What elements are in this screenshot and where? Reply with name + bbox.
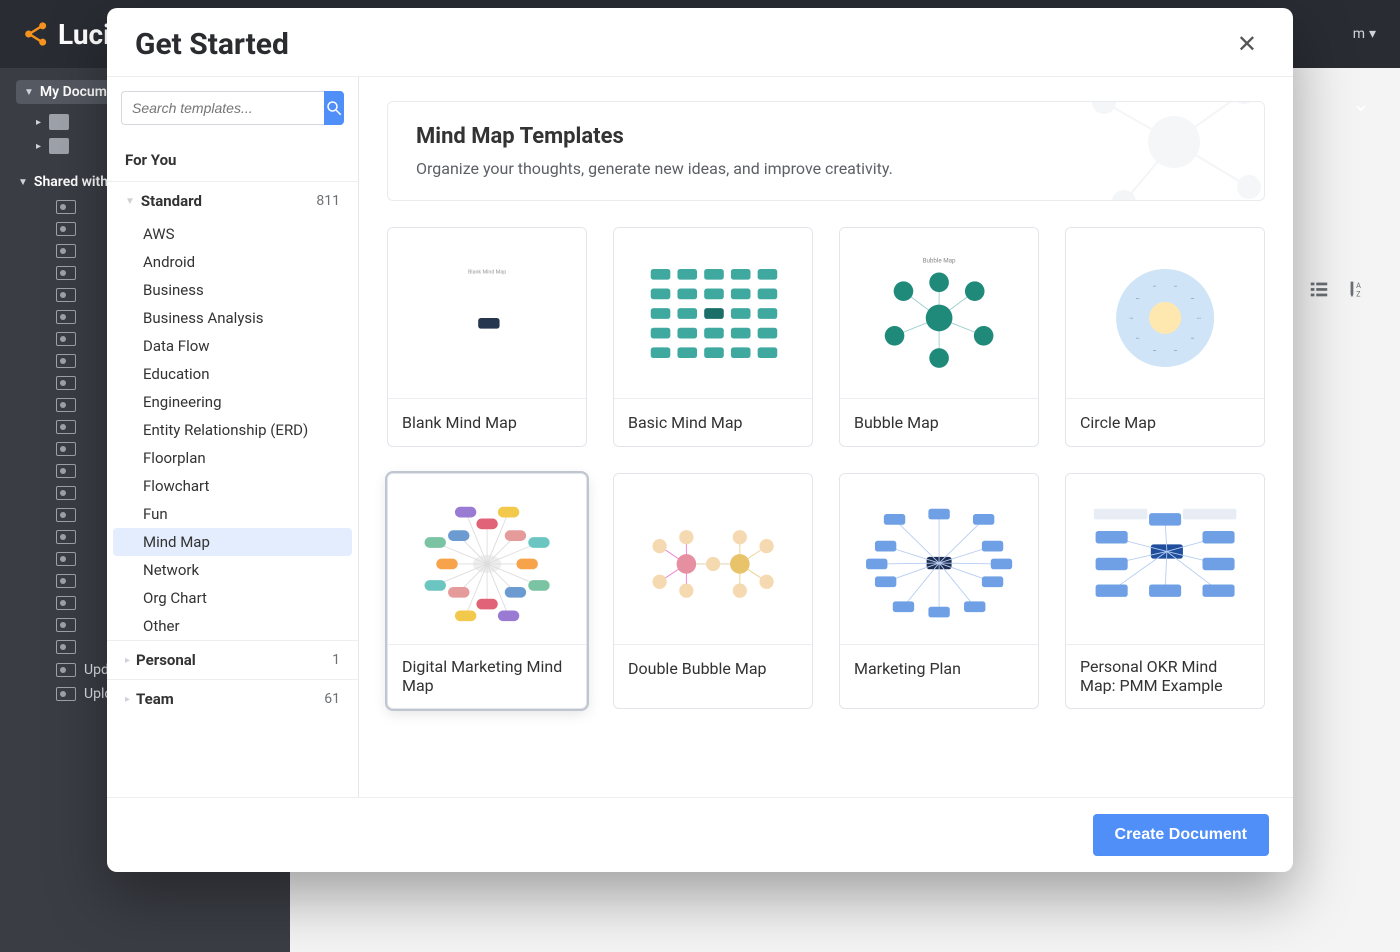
- template-label: Double Bubble Map: [614, 644, 812, 692]
- search-input[interactable]: [121, 91, 324, 125]
- for-you-heading[interactable]: For You: [107, 135, 358, 181]
- template-thumbnail: [1066, 474, 1264, 644]
- template-card[interactable]: Bubble Map Bubble Map: [839, 227, 1039, 447]
- caret-right-icon: ▸: [125, 694, 130, 705]
- section-label: Team: [136, 690, 174, 708]
- svg-text:•••: •••: [1153, 284, 1157, 288]
- template-card[interactable]: Personal OKR Mind Map: PMM Example: [1065, 473, 1265, 709]
- template-label: Circle Map: [1066, 398, 1264, 446]
- category-item[interactable]: Other: [113, 612, 352, 640]
- template-thumbnail: Bubble Map: [840, 228, 1038, 398]
- search-icon: [325, 99, 343, 117]
- hero-decoration-icon: [1064, 101, 1265, 201]
- category-hero: Mind Map Templates Organize your thought…: [387, 101, 1265, 201]
- dialog-title: Get Started: [135, 27, 289, 62]
- svg-text:•••: •••: [1136, 296, 1140, 300]
- section-label: Personal: [136, 651, 196, 669]
- category-item[interactable]: Business Analysis: [113, 304, 352, 332]
- search-button[interactable]: [324, 91, 344, 125]
- svg-text:•••: •••: [1153, 348, 1157, 352]
- svg-text:•••: •••: [1136, 336, 1140, 340]
- template-label: Marketing Plan: [840, 644, 1038, 692]
- category-item[interactable]: Fun: [113, 500, 352, 528]
- category-item[interactable]: Business: [113, 276, 352, 304]
- create-document-button[interactable]: Create Document: [1093, 814, 1269, 856]
- template-thumbnail: [614, 228, 812, 398]
- category-item[interactable]: Org Chart: [113, 584, 352, 612]
- category-item[interactable]: AWS: [113, 220, 352, 248]
- template-thumbnail: [388, 474, 586, 644]
- svg-text:Blank Mind Map: Blank Mind Map: [468, 269, 506, 275]
- category-item[interactable]: Data Flow: [113, 332, 352, 360]
- template-card[interactable]: Double Bubble Map: [613, 473, 813, 709]
- category-item[interactable]: Floorplan: [113, 444, 352, 472]
- template-label: Bubble Map: [840, 398, 1038, 446]
- category-item[interactable]: Education: [113, 360, 352, 388]
- template-label: Digital Marketing Mind Map: [388, 644, 586, 708]
- category-item[interactable]: Android: [113, 248, 352, 276]
- template-thumbnail: ••• ••• ••• ••• ••• ••• ••• ••• ••• •••: [1066, 228, 1264, 398]
- template-card[interactable]: Digital Marketing Mind Map: [387, 473, 587, 709]
- svg-text:•••: •••: [1174, 348, 1178, 352]
- template-card[interactable]: ••• ••• ••• ••• ••• ••• ••• ••• ••• ••• Circle Map: [1065, 227, 1265, 447]
- template-thumbnail: [840, 474, 1038, 644]
- caret-right-icon: ▸: [125, 655, 130, 666]
- category-item[interactable]: Engineering: [113, 388, 352, 416]
- get-started-dialog: Get Started ✕ For You ▼ Standard 811 AWSA…: [107, 8, 1293, 872]
- caret-down-icon: ▼: [125, 196, 135, 207]
- dialog-footer: Create Document: [107, 798, 1293, 872]
- template-label: Personal OKR Mind Map: PMM Example: [1066, 644, 1264, 708]
- svg-text:•••: •••: [1191, 296, 1195, 300]
- section-count: 811: [316, 193, 340, 209]
- svg-text:•••: •••: [1197, 316, 1201, 320]
- category-item[interactable]: Entity Relationship (ERD): [113, 416, 352, 444]
- section-label: Standard: [141, 192, 202, 210]
- template-thumbnail: Blank Mind Map: [388, 228, 586, 398]
- category-item[interactable]: Flowchart: [113, 472, 352, 500]
- svg-text:•••: •••: [1174, 284, 1178, 288]
- template-label: Blank Mind Map: [388, 398, 586, 446]
- svg-text:•••: •••: [1191, 336, 1195, 340]
- template-gallery: Mind Map Templates Organize your thought…: [359, 77, 1293, 797]
- category-list: AWSAndroidBusinessBusiness AnalysisData …: [107, 220, 358, 640]
- template-card[interactable]: Marketing Plan: [839, 473, 1039, 709]
- section-team[interactable]: ▸ Team 61: [107, 679, 358, 718]
- template-card[interactable]: Blank Mind Map Blank Mind Map: [387, 227, 587, 447]
- section-count: 1: [332, 652, 340, 668]
- template-card[interactable]: Basic Mind Map: [613, 227, 813, 447]
- section-standard[interactable]: ▼ Standard 811: [107, 181, 358, 220]
- close-icon[interactable]: ✕: [1229, 26, 1265, 62]
- template-thumbnail: [614, 474, 812, 644]
- category-item[interactable]: Mind Map: [113, 528, 352, 556]
- svg-text:Bubble Map: Bubble Map: [923, 256, 956, 264]
- svg-text:•••: •••: [1129, 316, 1133, 320]
- category-item[interactable]: Network: [113, 556, 352, 584]
- modal-overlay: Get Started ✕ For You ▼ Standard 811 AWSA…: [0, 0, 1400, 952]
- section-count: 61: [324, 691, 340, 707]
- section-personal[interactable]: ▸ Personal 1: [107, 640, 358, 679]
- template-label: Basic Mind Map: [614, 398, 812, 446]
- dialog-sidebar: For You ▼Standard 811 AWSAndroidBusiness…: [107, 77, 359, 797]
